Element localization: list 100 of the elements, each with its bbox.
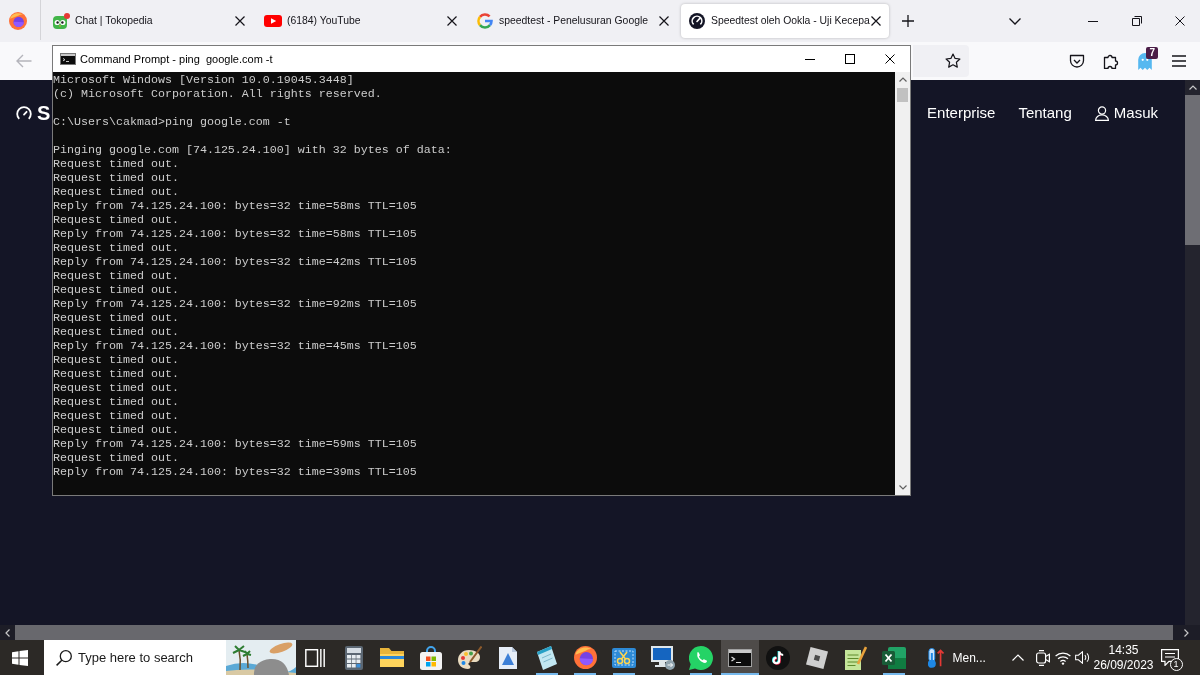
minimize-icon[interactable] (805, 58, 815, 60)
console-line: Request timed out. (53, 171, 179, 185)
clock-date[interactable]: 26/09/2023 (1093, 657, 1154, 673)
console-line: Request timed out. (53, 241, 179, 255)
calculator-icon (344, 645, 363, 670)
star-icon[interactable] (945, 53, 961, 69)
user-icon (1094, 105, 1109, 121)
firefox-logo-icon (573, 646, 597, 669)
scrollbar-thumb[interactable] (1185, 95, 1200, 245)
speaker-icon[interactable] (1075, 651, 1090, 664)
console-line: Reply from 74.125.24.100: bytes=32 time=59ms TTL=105 (53, 437, 417, 451)
sign-in-link[interactable]: Masuk (1094, 101, 1158, 125)
taskbar-search-bar[interactable]: Type here to search (44, 640, 296, 675)
caret-up-icon[interactable] (898, 77, 907, 82)
console-line: Reply from 74.125.24.100: bytes=32 time=92ms TTL=105 (53, 297, 417, 311)
console-line: Request timed out. (53, 409, 179, 423)
console-line: Reply from 74.125.24.100: bytes=32 time=58ms TTL=105 (53, 199, 417, 213)
console-line: Pinging google.com [74.125.24.100] with 32 bytes of data: (53, 143, 452, 157)
pocket-icon[interactable] (1069, 53, 1085, 69)
notepad-icon (536, 645, 557, 670)
taskbar-app-button[interactable] (720, 640, 760, 675)
wifi-icon[interactable] (1054, 650, 1071, 665)
close-icon[interactable] (235, 16, 245, 26)
spreadsheet-icon (882, 646, 907, 669)
console-line: Request timed out. (53, 381, 179, 395)
restore-icon[interactable] (1132, 16, 1142, 26)
chevron-down-icon[interactable] (1009, 17, 1021, 25)
console-line: Request timed out. (53, 395, 179, 409)
gauge-icon (689, 13, 705, 29)
console-line: C:\Users\cakmad>ping google.com -t (53, 115, 291, 129)
minimize-icon[interactable] (1088, 20, 1098, 22)
browser-tab[interactable]: (6184) YouTube (257, 4, 465, 38)
close-icon[interactable] (1174, 16, 1185, 26)
task-view-icon (305, 648, 326, 667)
document-icon (499, 646, 518, 669)
clock-time[interactable]: 14:35 (1108, 642, 1139, 658)
logo-text[interactable]: S (37, 103, 51, 123)
search-icon (56, 649, 72, 666)
puzzle-piece-icon[interactable] (1103, 53, 1119, 69)
console-line: Reply from 74.125.24.100: bytes=32 time=42ms TTL=105 (53, 255, 417, 269)
console-line: Request timed out. (53, 353, 179, 367)
console-line: Request timed out. (53, 311, 179, 325)
shopping-bag-icon (420, 645, 443, 670)
close-icon[interactable] (885, 54, 895, 64)
caret-down-icon[interactable] (898, 485, 907, 490)
close-icon[interactable] (447, 16, 457, 26)
close-icon[interactable] (659, 16, 669, 26)
weather-button[interactable]: Men... (913, 640, 1003, 675)
console-line: Reply from 74.125.24.100: bytes=32 time=39ms TTL=105 (53, 465, 417, 479)
console-line: Request timed out. (53, 213, 179, 227)
music-note-icon (766, 645, 791, 670)
nav-link[interactable]: Enterprise (927, 101, 996, 125)
terminal-icon (60, 53, 76, 65)
browser-tab[interactable]: speedtest - Penelusuran Google (469, 4, 677, 38)
folder-icon (380, 648, 405, 667)
nav-link[interactable]: Tentang (1018, 101, 1072, 125)
vertical-scrollbar[interactable] (895, 72, 910, 495)
g-logo-icon (477, 13, 493, 29)
video-camera-icon[interactable] (1035, 649, 1050, 666)
console-line: Microsoft Windows [Version 10.0.19045.3448] (53, 73, 354, 87)
caret-left-icon[interactable] (5, 628, 10, 637)
close-icon[interactable] (871, 16, 881, 26)
notification-count: 1 (1169, 658, 1183, 671)
thermometer-icon (927, 647, 944, 668)
console-line: Request timed out. (53, 283, 179, 297)
plus-icon[interactable] (902, 15, 914, 27)
console-line: Request timed out. (53, 269, 179, 283)
scissors-icon (612, 647, 637, 668)
menu-icon[interactable] (1172, 55, 1186, 67)
maximize-icon[interactable] (845, 54, 855, 64)
extension-count: 7 (1146, 47, 1158, 59)
console-line: (c) Microsoft Corporation. All rights reserved. (53, 87, 382, 101)
url-field[interactable] (913, 45, 969, 77)
vertical-scrollbar[interactable] (1185, 80, 1200, 625)
beach-illustration (226, 640, 296, 675)
monitor-icon (650, 645, 675, 670)
browser-tab[interactable]: Chat | Tokopedia (45, 4, 253, 38)
chevron-up-icon[interactable] (1011, 654, 1024, 661)
play-icon (264, 15, 282, 27)
owl-icon (52, 13, 70, 29)
firefox-logo-icon[interactable] (9, 12, 27, 30)
terminal-icon (727, 648, 752, 667)
console-line: Request timed out. (53, 423, 179, 437)
console-line: Request timed out. (53, 185, 179, 199)
console-line: Reply from 74.125.24.100: bytes=32 time=45ms TTL=105 (53, 339, 417, 353)
scrollbar-thumb[interactable] (897, 88, 908, 102)
gauge-icon[interactable] (16, 106, 32, 120)
console-line: Reply from 74.125.24.100: bytes=32 time=58ms TTL=105 (53, 227, 417, 241)
notepad-icon (844, 645, 867, 670)
browser-tab[interactable]: Speedtest oleh Ookla - Uji Kecepa (681, 4, 889, 38)
phone-bubble-icon (689, 645, 714, 670)
console-line: Request timed out. (53, 451, 179, 465)
console-line: Request timed out. (53, 325, 179, 339)
window-title: Command Prompt - ping google.com -t (80, 51, 273, 67)
palette-icon (457, 645, 482, 670)
console-line: Request timed out. (53, 367, 179, 381)
windows-logo-icon[interactable] (12, 649, 28, 666)
notification-icon[interactable] (1161, 649, 1179, 666)
search-field[interactable]: Type here to search (78, 647, 218, 668)
caret-right-icon[interactable] (1184, 628, 1189, 637)
